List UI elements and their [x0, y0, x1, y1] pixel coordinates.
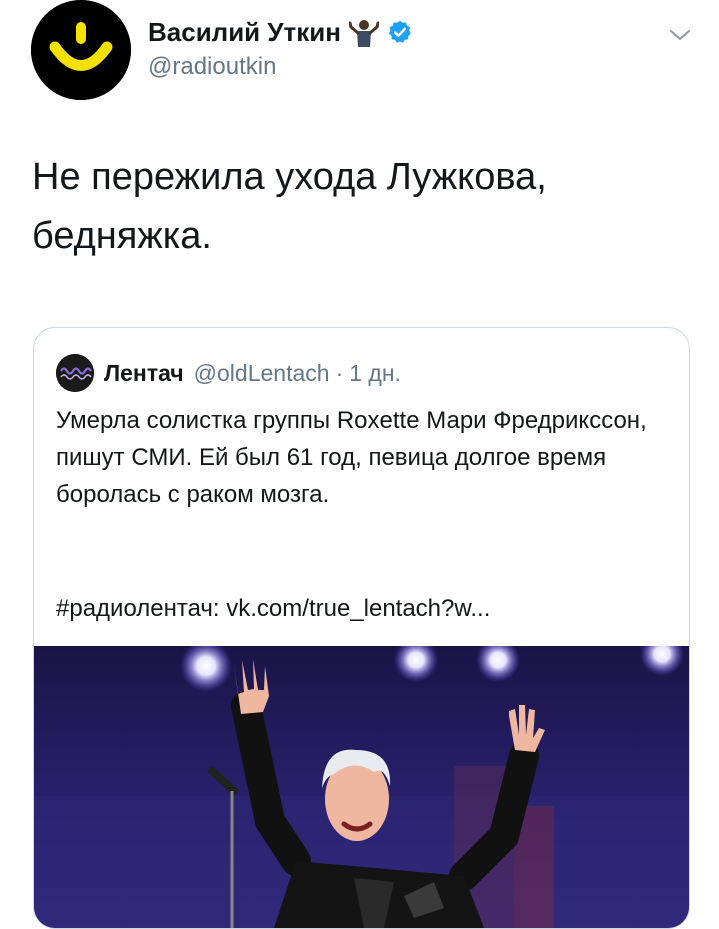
- quoted-author-handle[interactable]: @oldLentach: [194, 360, 330, 387]
- quoted-author-name[interactable]: Лентач: [104, 360, 184, 387]
- quoted-tweet-header: Лентач @oldLentach · 1 дн.: [56, 350, 401, 396]
- yellow-smiley-logo-icon: [31, 0, 131, 100]
- author-avatar[interactable]: [31, 0, 131, 100]
- quoted-tweet-text: Умерла солистка группы Roxette Мари Фред…: [56, 407, 647, 508]
- person-shrugging-emoji-icon: [349, 20, 379, 47]
- author-handle[interactable]: @radioutkin: [148, 53, 276, 81]
- chevron-down-icon[interactable]: [667, 25, 693, 45]
- author-name-row: Василий Уткин: [148, 12, 413, 52]
- author-name[interactable]: Василий Уткин: [148, 17, 341, 48]
- quoted-timestamp[interactable]: 1 дн.: [349, 360, 401, 387]
- quoted-tweet-card[interactable]: Лентач @oldLentach · 1 дн. Умерла солист…: [33, 327, 690, 929]
- concert-photo[interactable]: [34, 646, 689, 928]
- tweet-text: Не пережила ухода Лужкова, бедняжка.: [32, 156, 547, 257]
- separator-dot: ·: [335, 359, 344, 386]
- verified-badge-icon: [388, 20, 411, 43]
- lentach-logo-icon: [56, 354, 94, 392]
- quoted-tweet-link[interactable]: #радиолентач: vk.com/true_lentach?w...: [56, 595, 490, 623]
- quoted-author-avatar[interactable]: [56, 354, 94, 392]
